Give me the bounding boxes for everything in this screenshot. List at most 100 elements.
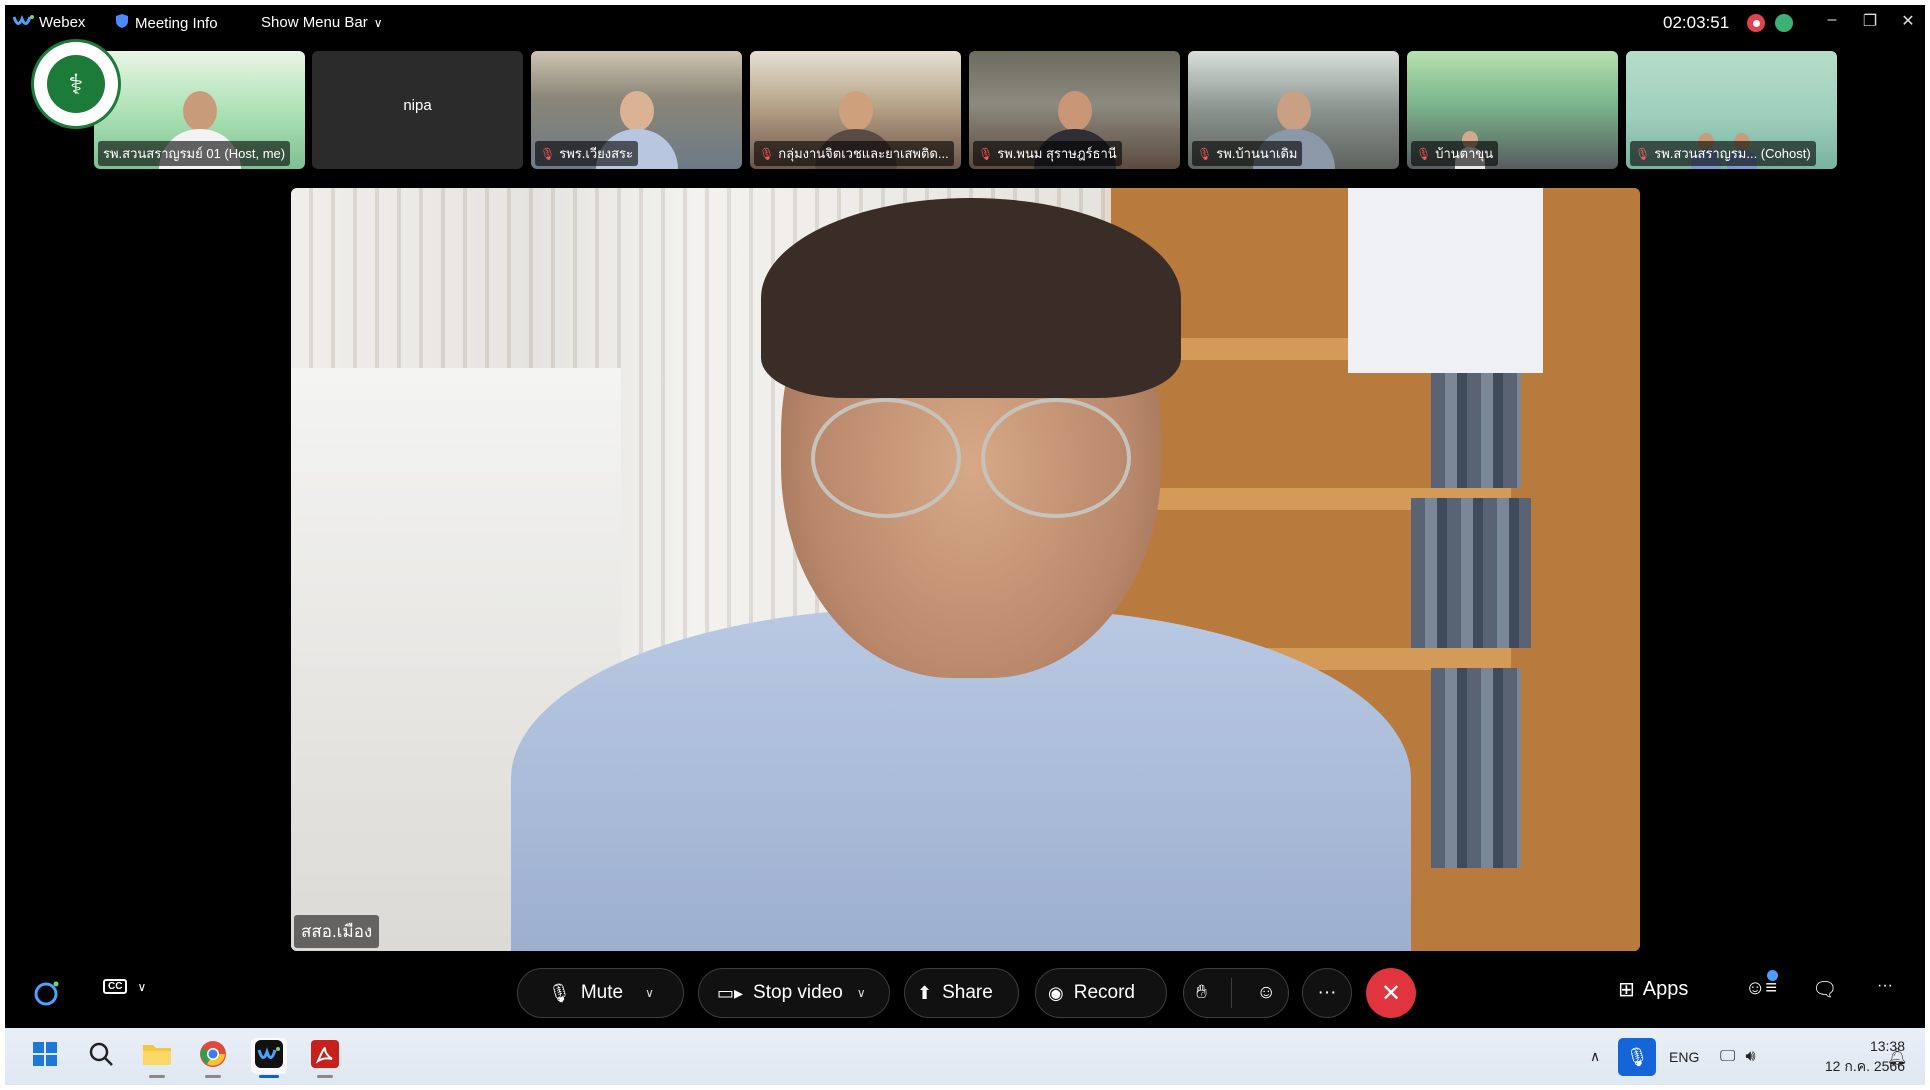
apps-label: Apps <box>1642 978 1689 1000</box>
mute-button[interactable]: 🎙︎ Mute ∨ <box>517 968 684 1018</box>
more-options-icon: ··· <box>1317 982 1337 1003</box>
notification-dot <box>1767 970 1778 981</box>
video-camera-icon: ▭▸ <box>717 982 744 1003</box>
overflow-icon: ··· <box>1877 977 1893 994</box>
network-health-icon[interactable] <box>1775 14 1793 32</box>
pdf-reader-icon <box>311 1039 339 1073</box>
overflow-menu-button[interactable]: ··· <box>1877 977 1893 995</box>
system-tray-quick-settings[interactable]: 🖵︎ 🔊︎ <box>1720 1028 1756 1085</box>
captions-button[interactable]: CC ∨ <box>103 979 146 994</box>
file-explorer-button[interactable] <box>139 1038 175 1078</box>
close-window-button[interactable]: ✕ <box>1893 11 1923 31</box>
participant-name: nipa <box>403 97 432 114</box>
record-label: Record <box>1073 982 1135 1003</box>
chevron-down-icon: ∨ <box>373 15 383 30</box>
close-icon: ✕ <box>1380 979 1402 1007</box>
participant-name: รพ.บ้านนาเดิม <box>1216 146 1298 161</box>
speaker-person <box>511 198 1411 951</box>
show-menu-bar-button[interactable]: Show Menu Bar ∨ <box>261 14 383 31</box>
apps-button[interactable]: ⊞ Apps <box>1618 977 1688 1002</box>
webex-icon <box>255 1039 283 1073</box>
title-bar: Webex Meeting Info Show Menu Bar ∨ 02:03… <box>5 5 1925 39</box>
webex-window: Webex Meeting Info Show Menu Bar ∨ 02:03… <box>5 5 1925 1028</box>
share-screen-icon: ⬆ <box>917 982 933 1003</box>
network-icon: 🖵︎ <box>1720 1047 1736 1065</box>
meeting-timer: 02:03:51 <box>1663 13 1730 32</box>
participant-tile[interactable]: nipa <box>312 51 523 169</box>
webex-taskbar-button[interactable] <box>251 1038 287 1078</box>
start-button[interactable] <box>27 1038 63 1074</box>
raise-hand-icon[interactable]: ✋︎ <box>1196 982 1207 1004</box>
webex-assistant-button[interactable] <box>33 979 61 1012</box>
assistant-icon <box>33 979 61 1012</box>
participant-name: รพ.สวนสราญรม... (Cohost) <box>1654 146 1811 161</box>
mic-muted-icon: 🎙︎ <box>759 146 775 161</box>
participant-name: รพ.พนม สุราษฎร์ธานี <box>997 146 1117 161</box>
participant-name: บ้านตาขุน <box>1435 146 1494 161</box>
mic-muted-icon: 🎙︎ <box>1635 146 1651 161</box>
restore-button[interactable]: ❐ <box>1855 11 1885 31</box>
acrobat-button[interactable] <box>307 1038 343 1078</box>
microphone-icon: 🎙︎ <box>548 982 571 1003</box>
mic-muted-icon: 🎙︎ <box>1197 146 1213 161</box>
participant-tile[interactable]: 🎙︎ กลุ่มงานจิตเวชและยาเสพติด... <box>750 51 961 169</box>
mute-label: Mute <box>580 982 624 1003</box>
mic-muted-icon: 🎙︎ <box>1416 146 1432 161</box>
microphone-in-use-button[interactable]: 🎙︎ <box>1618 1038 1656 1076</box>
language-indicator[interactable]: ENG <box>1669 1028 1699 1085</box>
participant-tile[interactable]: 🎙︎ รพ.พนม สุราษฎร์ธานี <box>969 51 1180 169</box>
notification-bell-icon: 🔔︎ <box>1887 1048 1908 1066</box>
more-options-button[interactable]: ··· <box>1302 968 1352 1018</box>
chevron-down-icon[interactable]: ∨ <box>645 986 654 1000</box>
shield-icon <box>115 13 129 33</box>
volume-icon: 🔊︎ <box>1745 1047 1756 1065</box>
mic-muted-icon: 🎙︎ <box>978 146 994 161</box>
active-speaker-video[interactable]: สสอ.เมือง <box>291 188 1640 951</box>
share-label: Share <box>942 982 993 1003</box>
closed-captions-icon: CC <box>103 979 128 994</box>
share-button[interactable]: ⬆ Share <box>904 968 1019 1018</box>
search-icon <box>88 1041 114 1072</box>
participant-tile[interactable]: รพ.สวนสราญรมย์ 01 (Host, me) <box>94 51 305 169</box>
chevron-down-icon: ∨ <box>137 979 147 994</box>
windows-taskbar: ∧ 🎙︎ ENG 🖵︎ 🔊︎ 13:38 12 ก.ค. 2566 🔔︎ <box>5 1028 1925 1085</box>
participant-tile[interactable]: 🎙︎ รพ.บ้านนาเดิม <box>1188 51 1399 169</box>
show-menu-bar-label: Show Menu Bar <box>261 14 368 31</box>
meeting-info-label: Meeting Info <box>135 14 218 32</box>
participant-tile[interactable]: 🎙︎ บ้านตาขุน <box>1407 51 1618 169</box>
record-button[interactable]: ◉ Record <box>1035 968 1167 1018</box>
meeting-info-button[interactable]: Meeting Info <box>115 13 218 33</box>
emoji-reaction-icon[interactable]: ☺ <box>1256 982 1275 1004</box>
participant-name: กลุ่มงานจิตเวชและยาเสพติด... <box>778 146 949 161</box>
app-title: Webex <box>39 14 86 31</box>
microphone-icon: 🎙︎ <box>1625 1046 1649 1067</box>
active-speaker-name: สสอ.เมือง <box>294 915 380 948</box>
webex-logo-icon <box>12 13 35 33</box>
participant-name: รพ.สวนสราญรมย์ 01 (Host, me) <box>103 146 286 161</box>
participant-tile[interactable]: 🎙︎ รพ.สวนสราญรม... (Cohost) <box>1626 51 1837 169</box>
participant-tile[interactable]: 🎙︎ รพร.เวียงสระ <box>531 51 742 169</box>
folder-icon <box>142 1041 172 1072</box>
record-icon: ◉ <box>1048 982 1064 1003</box>
ministry-logo: ⚕ <box>31 39 121 129</box>
apps-icon: ⊞ <box>1618 979 1635 1001</box>
stop-video-label: Stop video <box>753 982 843 1003</box>
show-hidden-icons-button[interactable]: ∧ <box>1590 1028 1600 1085</box>
minimize-button[interactable]: – <box>1817 11 1847 29</box>
end-call-button[interactable]: ✕ <box>1366 968 1416 1018</box>
recording-indicator-icon[interactable] <box>1747 14 1765 32</box>
windows-icon <box>32 1041 58 1072</box>
chevron-down-icon[interactable]: ∨ <box>857 986 866 1000</box>
mic-muted-icon: 🎙︎ <box>540 146 556 161</box>
stop-video-button[interactable]: ▭▸ Stop video ∨ <box>698 968 890 1018</box>
reactions-group: ✋︎ ☺ <box>1183 968 1289 1018</box>
chevron-up-icon: ∧ <box>1590 1048 1601 1064</box>
notifications-button[interactable]: 🔔︎ <box>1887 1028 1907 1085</box>
chat-button[interactable]: 🗨︎ <box>1812 977 1837 1002</box>
search-button[interactable] <box>83 1038 119 1074</box>
chrome-button[interactable] <box>195 1038 231 1078</box>
language-label: ENG <box>1669 1048 1700 1065</box>
participant-name: รพร.เวียงสระ <box>559 146 633 161</box>
chrome-icon <box>199 1040 227 1073</box>
chat-icon: 🗨︎ <box>1812 979 1838 1001</box>
